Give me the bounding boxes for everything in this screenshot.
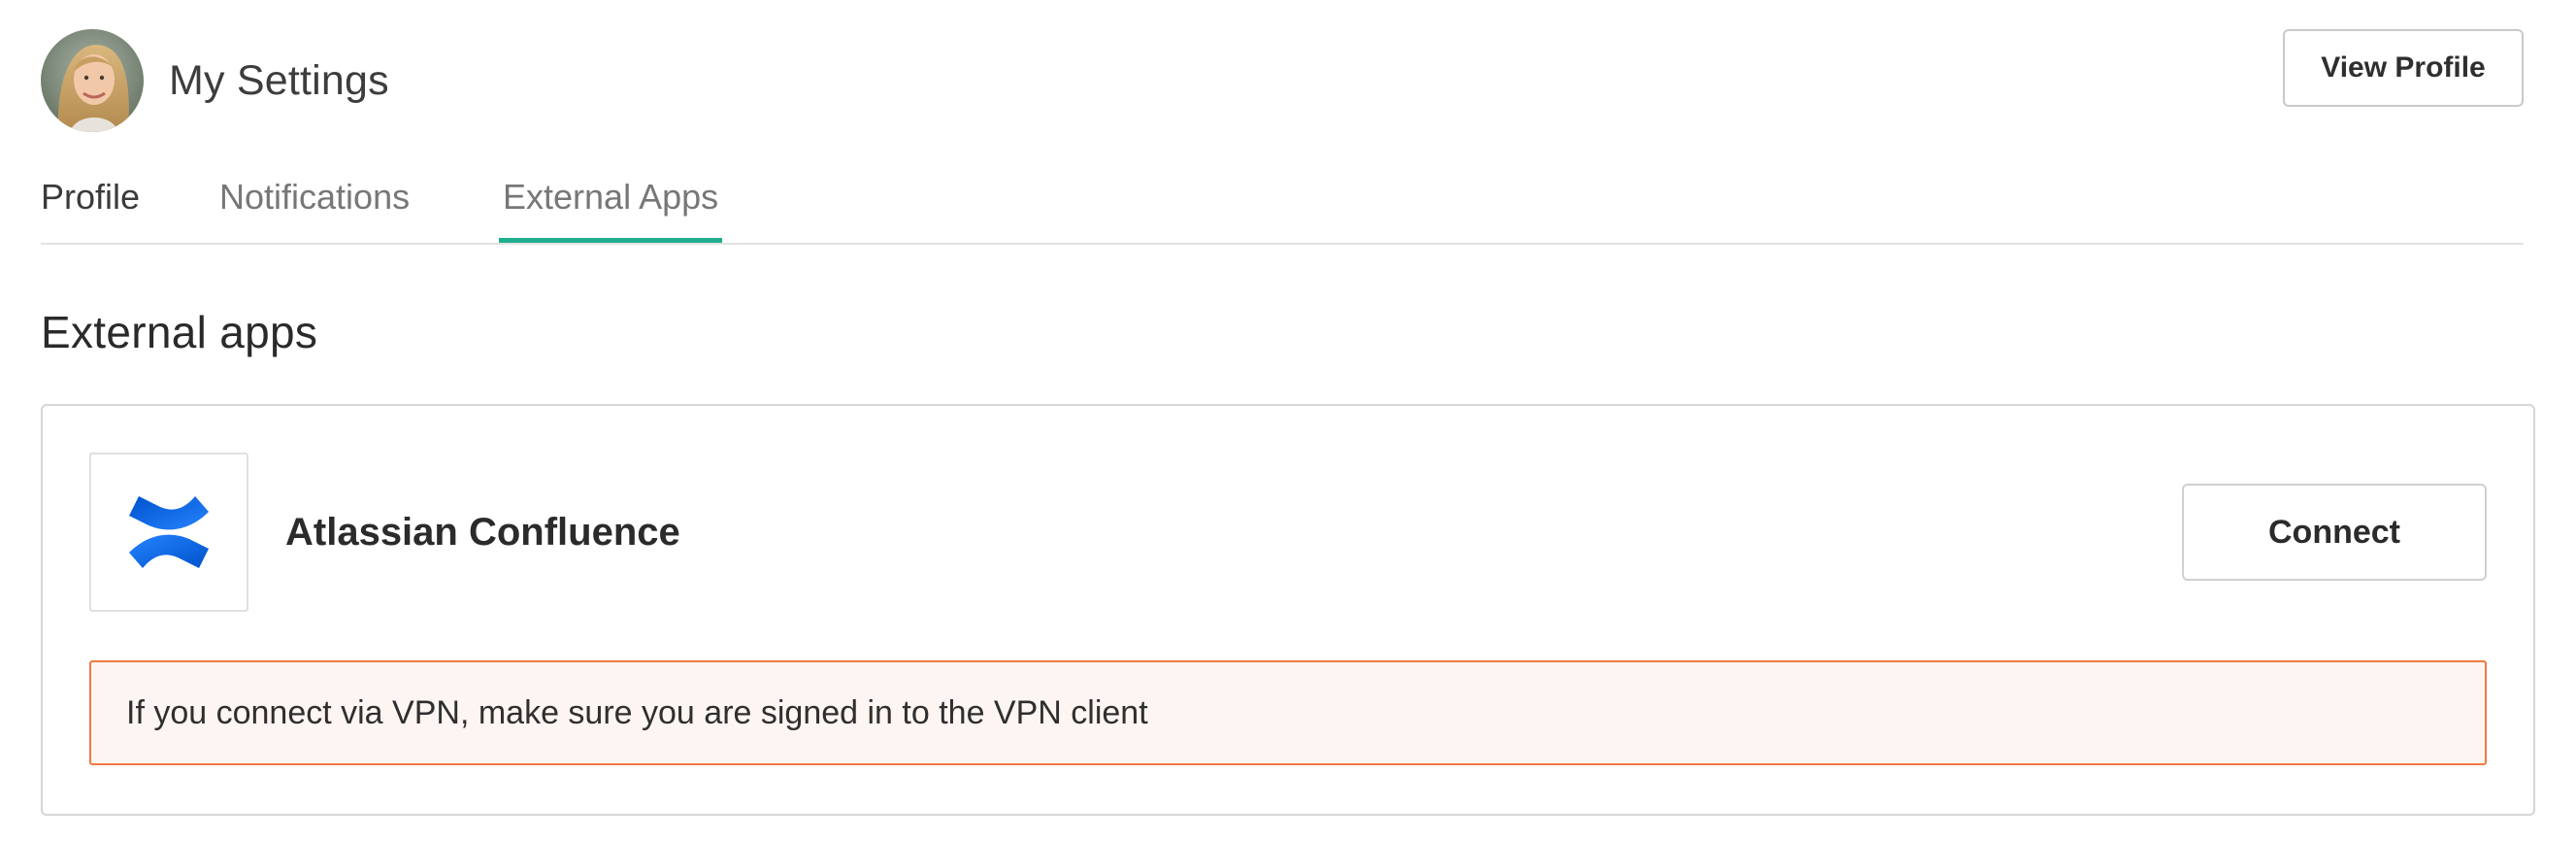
confluence-logo-graphic <box>129 496 209 568</box>
tab-notifications[interactable]: Notifications <box>219 173 410 243</box>
section-title: External apps <box>41 307 318 357</box>
view-profile-button[interactable]: View Profile <box>2283 29 2524 107</box>
avatar[interactable] <box>41 29 144 132</box>
connect-button[interactable]: Connect <box>2182 484 2487 581</box>
vpn-notice: If you connect via VPN, make sure you ar… <box>89 660 2487 765</box>
page-title: My Settings <box>169 57 389 104</box>
app-card-confluence: Atlassian Confluence Connect If you conn… <box>41 404 2535 816</box>
avatar-photo <box>41 29 144 132</box>
settings-tabs: Profile Notifications External Apps <box>41 163 2524 245</box>
app-name: Atlassian Confluence <box>285 511 680 554</box>
tab-profile[interactable]: Profile <box>41 173 140 243</box>
tab-external-apps[interactable]: External Apps <box>499 173 723 243</box>
confluence-logo-icon <box>89 453 248 612</box>
settings-page: My Settings View Profile Profile Notific… <box>41 0 2535 841</box>
page-header: My Settings View Profile <box>41 29 2524 132</box>
